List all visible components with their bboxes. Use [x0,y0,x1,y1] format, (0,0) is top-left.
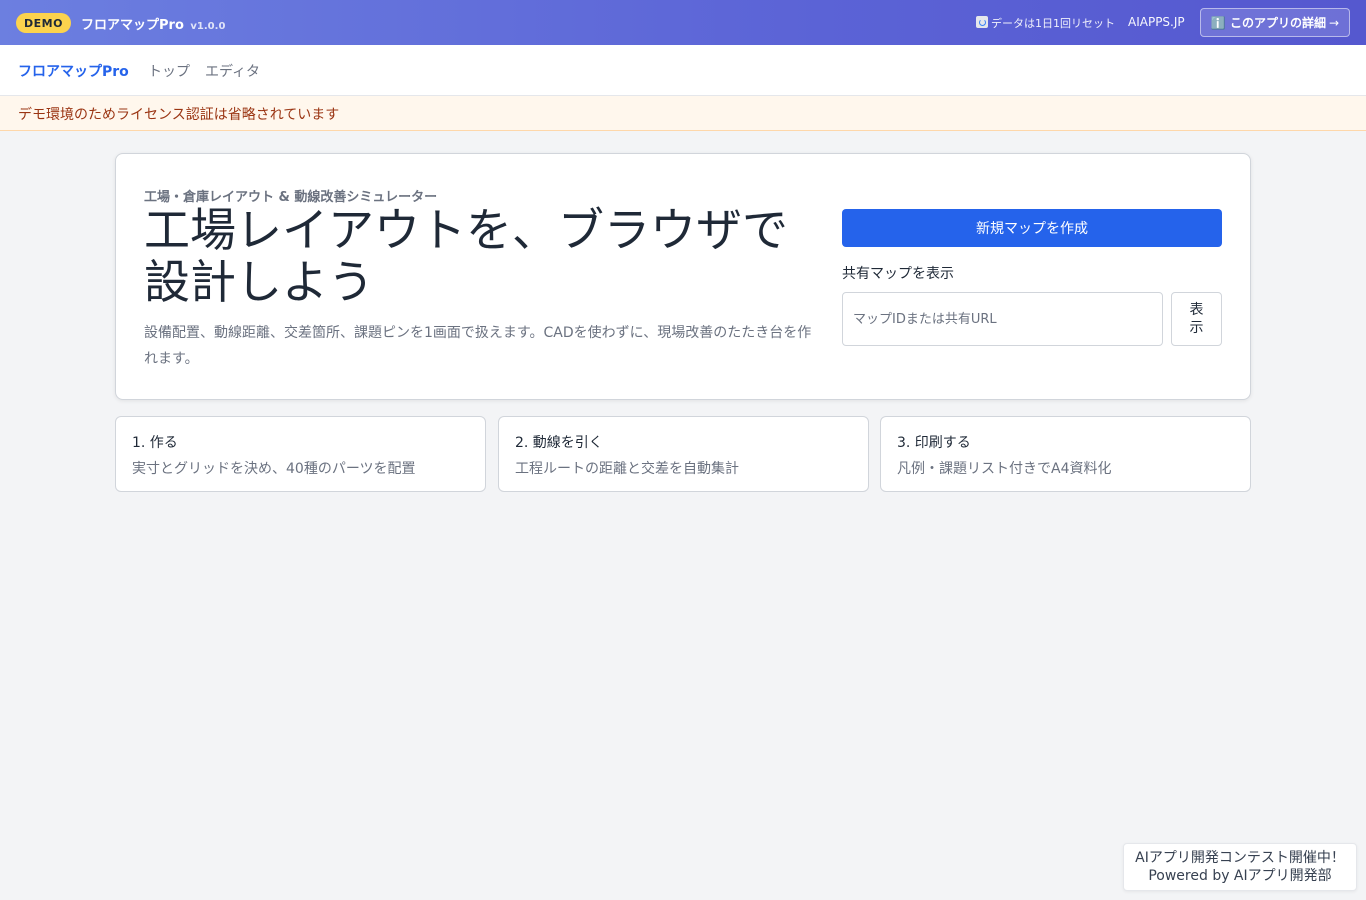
shared-map-row: 表示 [842,292,1222,346]
step-card-print: 3. 印刷する 凡例・課題リスト付きでA4資料化 [880,416,1251,492]
demo-badge: DEMO [16,13,71,33]
app-navbar: フロアマップPro トップ エディタ [0,45,1366,96]
app-version: v1.0.0 [190,21,226,32]
arrow-right-icon: → [1329,15,1340,30]
aiapps-link[interactable]: AIAPPS.JP [1128,15,1185,29]
demo-app-name: フロアマップPro v1.0.0 [81,14,225,33]
hero-description: 設備配置、動線距離、交差箇所、課題ピンを1画面で扱えます。CADを使わずに、現場… [144,325,812,367]
contest-line: AIアプリ開発コンテスト開催中！ [1135,850,1345,866]
step-title: 3. 印刷する [897,435,971,451]
hero-title: 工場レイアウトを、ブラウザで設計しよう [144,203,788,309]
step-description: 実寸とグリッドを決め、40種のパーツを配置 [132,461,416,477]
reset-notice: データは1日1回リセット [976,15,1115,31]
view-map-button[interactable]: 表示 [1171,292,1222,346]
license-notice: デモ環境のためライセンス認証は省略されています [0,96,1366,131]
refresh-icon [976,16,988,28]
step-title: 1. 作る [132,435,178,451]
shared-map-label: 共有マップを表示 [842,266,954,282]
powered-by-line: Powered by AIアプリ開発部 [1148,868,1332,884]
brand-link[interactable]: フロアマップPro [18,61,129,81]
step-description: 工程ルートの距離と交差を自動集計 [515,461,739,477]
nav-link-top[interactable]: トップ [148,61,190,81]
demo-banner: DEMO フロアマップPro v1.0.0 データは1日1回リセット AIAPP… [0,0,1366,45]
hero-card: 工場・倉庫レイアウト & 動線改善シミュレーター 工場レイアウトを、ブラウザで設… [115,153,1251,400]
step-description: 凡例・課題リスト付きでA4資料化 [897,461,1112,477]
step-card-route: 2. 動線を引く 工程ルートの距離と交差を自動集計 [498,416,869,492]
demo-app-title: フロアマップPro [81,18,184,33]
step-title: 2. 動線を引く [515,435,603,451]
step-card-create: 1. 作る 実寸とグリッドを決め、40種のパーツを配置 [115,416,486,492]
reset-notice-text: データは1日1回リセット [991,17,1115,30]
hero-actions: 新規マップを作成 共有マップを表示 表示 [842,209,1222,346]
create-map-button[interactable]: 新規マップを作成 [842,209,1222,247]
map-id-input[interactable] [842,292,1163,346]
app-detail-label: ℹ️ このアプリの詳細 [1210,16,1327,30]
app-detail-button[interactable]: ℹ️ このアプリの詳細 → [1200,8,1350,37]
contest-banner[interactable]: AIアプリ開発コンテスト開催中！ Powered by AIアプリ開発部 [1123,843,1357,891]
nav-link-editor[interactable]: エディタ [205,61,260,81]
